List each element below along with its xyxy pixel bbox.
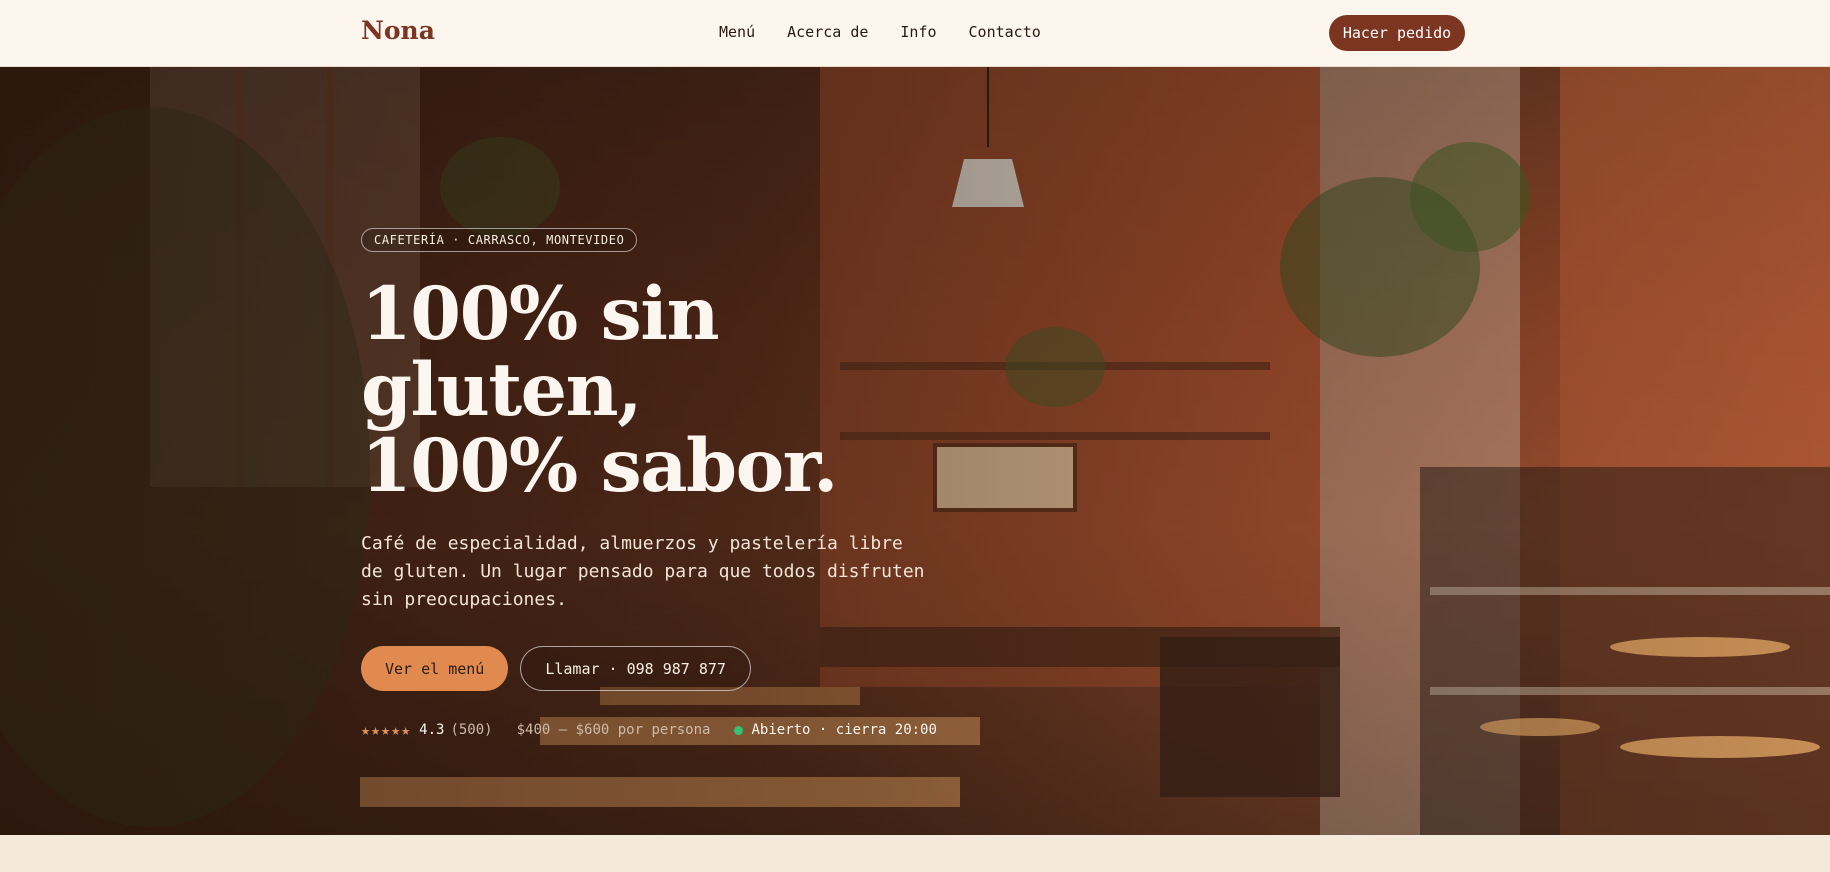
price-range: $400 — $600 por persona: [516, 722, 711, 738]
next-section-strip: [0, 835, 1830, 872]
nav-link-menu[interactable]: Menú: [719, 23, 755, 41]
cta-row: Ver el menú Llamar · 098 987 877: [361, 646, 981, 691]
info-row: ★★★★★ 4.3 (500) $400 — $600 por persona …: [361, 721, 981, 739]
open-status: Abierto · cierra 20:00: [751, 722, 937, 738]
nav-links: Menú Acerca de Info Contacto: [719, 23, 1041, 41]
rating-value: 4.3: [419, 722, 445, 738]
headline-line-2: 100% sabor.: [361, 423, 838, 509]
call-button[interactable]: Llamar · 098 987 877: [520, 646, 751, 691]
nav-link-about[interactable]: Acerca de: [787, 23, 868, 41]
hero-section: CAFETERÍA · CARRASCO, MONTEVIDEO 100% si…: [0, 67, 1830, 835]
nav-link-contact[interactable]: Contacto: [969, 23, 1041, 41]
order-button[interactable]: Hacer pedido: [1329, 15, 1465, 51]
open-status-dot-icon: [734, 725, 744, 735]
headline-line-1: 100% sin gluten,: [361, 271, 720, 433]
logo[interactable]: Nona: [361, 16, 435, 45]
hero-content: CAFETERÍA · CARRASCO, MONTEVIDEO 100% si…: [361, 228, 981, 739]
top-nav: Nona Menú Acerca de Info Contacto Hacer …: [0, 0, 1830, 67]
review-count: (500): [450, 722, 493, 738]
hero-description: Café de especialidad, almuerzos y pastel…: [361, 533, 925, 610]
view-menu-button[interactable]: Ver el menú: [361, 646, 509, 691]
nav-link-info[interactable]: Info: [900, 23, 936, 41]
rating-stars-icon: ★★★★★: [361, 721, 412, 739]
hero-headline: 100% sin gluten, 100% sabor.: [361, 276, 981, 504]
location-tag: CAFETERÍA · CARRASCO, MONTEVIDEO: [361, 228, 638, 252]
